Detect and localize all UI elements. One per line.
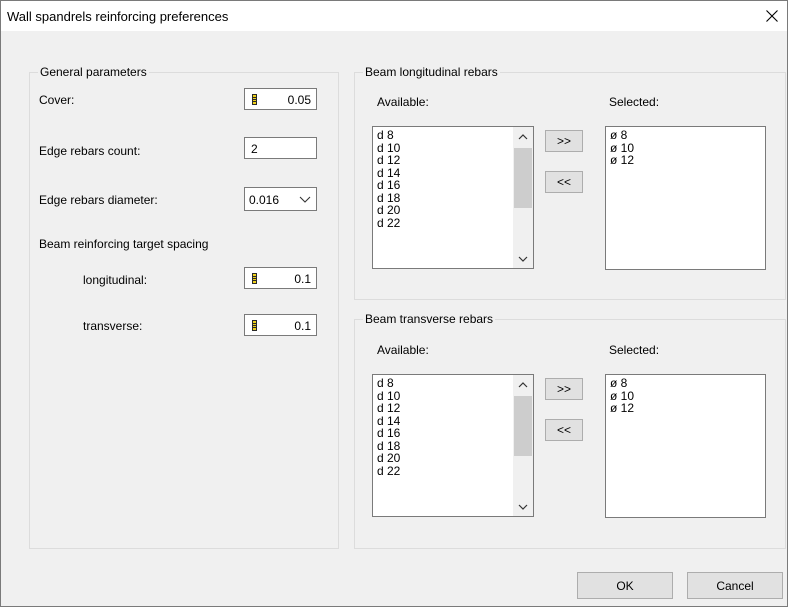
chevron-down-icon [518, 256, 528, 262]
list-item[interactable]: d 16 [377, 427, 400, 440]
scroll-up-button[interactable] [513, 127, 533, 145]
transverse-selected-list[interactable]: ø 8ø 10 ø 12 [605, 374, 766, 518]
calculator-icon[interactable] [252, 273, 257, 284]
longitudinal-remove-button[interactable]: << [545, 171, 583, 193]
edge-rebars-diameter-value: 0.016 [249, 193, 280, 207]
list-item[interactable]: d 22 [377, 464, 400, 478]
ok-button[interactable]: OK [577, 572, 673, 599]
title-bar: Wall spandrels reinforcing preferences [1, 1, 787, 31]
calculator-icon[interactable] [252, 94, 257, 105]
longitudinal-add-button[interactable]: >> [545, 130, 583, 152]
beam-longitudinal-rebars-label: Beam longitudinal rebars [363, 65, 500, 79]
longitudinal-spacing-label: longitudinal: [83, 273, 148, 287]
list-item[interactable]: d 20 [377, 204, 400, 217]
beam-transverse-rebars-label: Beam transverse rebars [363, 312, 496, 326]
window-title: Wall spandrels reinforcing preferences [7, 9, 229, 24]
general-parameters-label: General parameters [38, 65, 149, 79]
longitudinal-available-label: Available: [377, 95, 429, 109]
list-item[interactable]: d 22 [377, 216, 400, 230]
cancel-button[interactable]: Cancel [687, 572, 783, 599]
transverse-remove-button[interactable]: << [545, 419, 583, 441]
transverse-spacing-label: transverse: [83, 319, 143, 333]
transverse-add-button[interactable]: >> [545, 378, 583, 400]
list-item[interactable]: d 16 [377, 179, 400, 192]
list-item[interactable]: d 8 [377, 377, 400, 390]
chevron-down-icon [299, 196, 311, 203]
edge-rebars-count-input[interactable]: 2 [244, 137, 317, 159]
transverse-available-list[interactable]: d 8d 10 d 12 d 14 d 16 d 18 d 20 d 22 [372, 374, 534, 517]
edge-rebars-diameter-select[interactable]: 0.016 [244, 187, 317, 211]
transverse-selected-label: Selected: [609, 343, 660, 357]
cover-value: 0.05 [287, 93, 311, 107]
chevron-up-icon [518, 133, 528, 139]
dialog-window: Wall spandrels reinforcing preferences G… [0, 0, 788, 607]
list-item[interactable]: ø 12 [610, 402, 634, 415]
scrollbar-thumb[interactable] [514, 396, 532, 456]
longitudinal-selected-label: Selected: [609, 95, 660, 109]
longitudinal-available-list[interactable]: d 8d 10 d 12 d 14 d 16 d 18 d 20 d 22 [372, 126, 534, 269]
longitudinal-spacing-value: 0.1 [294, 272, 311, 286]
list-item[interactable]: d 8 [377, 129, 400, 142]
edge-rebars-diameter-label: Edge rebars diameter: [39, 193, 158, 207]
transverse-available-label: Available: [377, 343, 429, 357]
close-icon [766, 10, 778, 22]
calculator-icon[interactable] [252, 320, 257, 331]
edge-rebars-count-label: Edge rebars count: [39, 144, 141, 158]
list-item[interactable]: d 12 [377, 154, 400, 167]
list-item[interactable]: d 12 [377, 402, 400, 415]
vertical-scrollbar[interactable] [513, 375, 533, 516]
list-item[interactable]: ø 8 [610, 129, 634, 142]
list-item[interactable]: ø 8 [610, 377, 634, 390]
scroll-up-button[interactable] [513, 375, 533, 393]
edge-rebars-count-value: 2 [251, 142, 258, 156]
list-item[interactable]: ø 12 [610, 154, 634, 167]
vertical-scrollbar[interactable] [513, 127, 533, 268]
transverse-spacing-input[interactable]: 0.1 [244, 314, 317, 336]
list-item[interactable]: d 20 [377, 452, 400, 465]
chevron-down-icon [518, 504, 528, 510]
beam-target-spacing-label: Beam reinforcing target spacing [39, 237, 209, 251]
close-button[interactable] [757, 1, 787, 31]
transverse-spacing-value: 0.1 [294, 319, 311, 333]
longitudinal-spacing-input[interactable]: 0.1 [244, 267, 317, 289]
cover-input[interactable]: 0.05 [244, 88, 317, 110]
scroll-down-button[interactable] [513, 250, 533, 268]
scrollbar-thumb[interactable] [514, 148, 532, 208]
chevron-up-icon [518, 381, 528, 387]
longitudinal-selected-list[interactable]: ø 8ø 10 ø 12 [605, 126, 766, 270]
scroll-down-button[interactable] [513, 498, 533, 516]
cover-label: Cover: [39, 93, 75, 107]
